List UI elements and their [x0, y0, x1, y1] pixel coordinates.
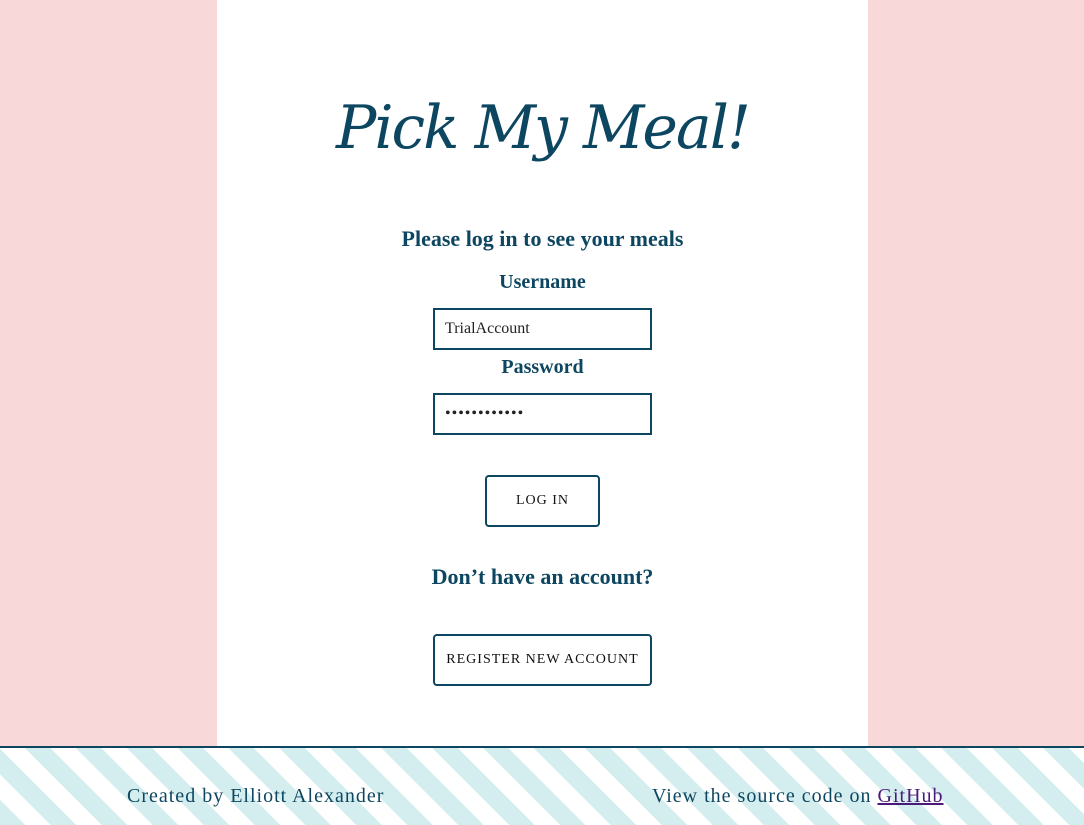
footer: Created by Elliott Alexander View the so…	[0, 746, 1084, 825]
username-label: Username	[499, 271, 586, 293]
password-label: Password	[501, 356, 584, 378]
no-account-text: Don’t have an account?	[431, 564, 654, 589]
github-link[interactable]: GitHub	[878, 785, 944, 807]
footer-credit: Created by Elliott Alexander	[127, 785, 385, 807]
register-button[interactable]: REGISTER NEW ACCOUNT	[433, 634, 652, 686]
username-input[interactable]	[433, 308, 652, 350]
password-input[interactable]	[433, 393, 652, 435]
login-prompt: Please log in to see your meals	[401, 226, 684, 251]
footer-source: View the source code on GitHub	[652, 785, 944, 808]
app-title: Pick My Meal!	[335, 93, 751, 163]
main-panel: Pick My Meal! Please log in to see your …	[217, 0, 868, 746]
footer-source-prefix: View the source code on	[652, 785, 878, 807]
login-button[interactable]: LOG IN	[485, 475, 600, 527]
